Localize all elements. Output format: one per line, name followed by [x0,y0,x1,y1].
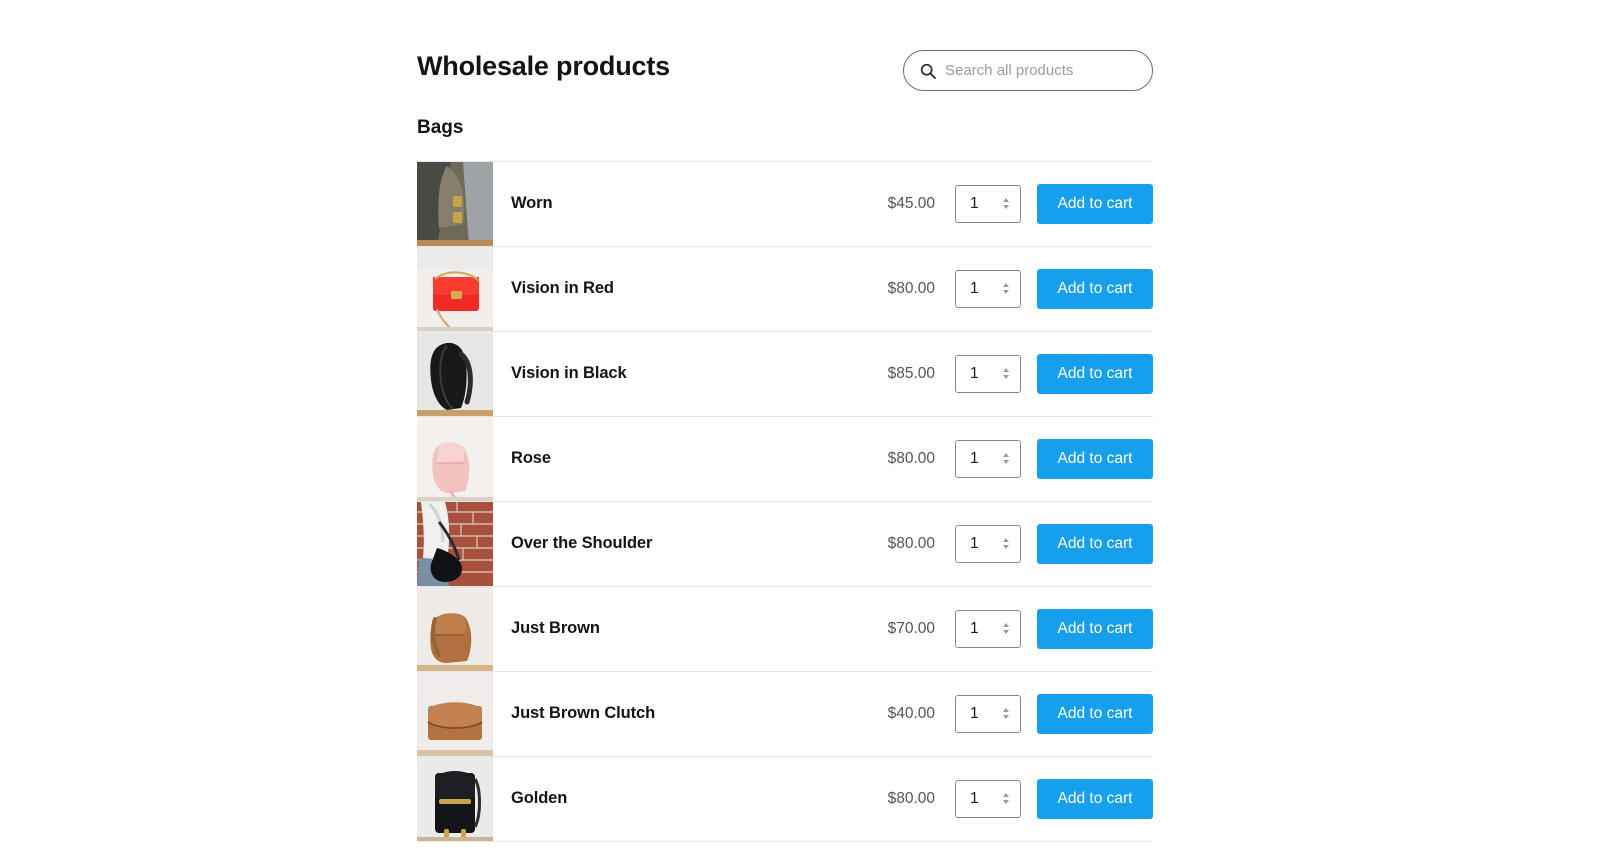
product-row: Rose $80.00 Add to cart [417,416,1153,502]
product-thumbnail[interactable] [417,246,493,331]
product-row: Over the Shoulder $80.00 Add to cart [417,501,1153,587]
add-to-cart-button[interactable]: Add to cart [1037,268,1153,309]
page-header: Wholesale products [417,0,1153,118]
content-column: Wholesale products Bags Worn $45.00 Add to… [417,0,1153,842]
chevron-up-icon[interactable] [1003,283,1009,288]
add-to-cart-button[interactable]: Add to cart [1037,353,1153,394]
chevron-up-icon[interactable] [1003,198,1009,203]
chevron-up-icon[interactable] [1003,793,1009,798]
chevron-up-icon[interactable] [1003,708,1009,713]
product-name: Just Brown [511,619,600,638]
quantity-stepper[interactable] [955,269,1021,308]
add-to-cart-button[interactable]: Add to cart [1037,778,1153,819]
quantity-spinner[interactable] [997,189,1015,219]
quantity-spinner[interactable] [997,359,1015,389]
quantity-stepper[interactable] [955,439,1021,478]
quantity-input[interactable] [956,356,997,391]
product-thumbnail[interactable] [417,586,493,671]
product-name: Golden [511,789,568,808]
product-thumbnail[interactable] [417,331,493,416]
product-name: Worn [511,194,553,213]
product-thumbnail[interactable] [417,501,493,586]
quantity-input[interactable] [956,186,997,221]
quantity-stepper[interactable] [955,779,1021,818]
quantity-stepper[interactable] [955,354,1021,393]
product-name: Vision in Black [511,364,627,383]
chevron-down-icon[interactable] [1003,630,1009,635]
quantity-stepper[interactable] [955,609,1021,648]
product-list: Worn $45.00 Add to cart Vision in Red $80.00… [417,160,1153,842]
product-name: Over the Shoulder [511,534,653,553]
search-icon [920,63,936,79]
add-to-cart-button[interactable]: Add to cart [1037,183,1153,224]
quantity-spinner[interactable] [997,529,1015,559]
quantity-input[interactable] [956,781,997,816]
quantity-input[interactable] [956,271,997,306]
quantity-stepper[interactable] [955,524,1021,563]
product-row: Just Brown Clutch $40.00 Add to cart [417,671,1153,757]
quantity-input[interactable] [956,441,997,476]
product-price: $80.00 [887,449,935,467]
product-price: $80.00 [887,789,935,807]
add-to-cart-button[interactable]: Add to cart [1037,693,1153,734]
search-input[interactable] [945,59,1144,82]
chevron-down-icon[interactable] [1003,545,1009,550]
category-title-bags: Bags [417,117,464,138]
page-title: Wholesale products [417,51,670,81]
quantity-stepper[interactable] [955,694,1021,733]
chevron-up-icon[interactable] [1003,538,1009,543]
product-price: $40.00 [887,704,935,722]
quantity-spinner[interactable] [997,784,1015,814]
product-thumbnail[interactable] [417,671,493,756]
product-price: $80.00 [887,279,935,297]
product-thumbnail[interactable] [417,161,493,246]
chevron-down-icon[interactable] [1003,460,1009,465]
product-price: $85.00 [887,364,935,382]
product-row: Vision in Red $80.00 Add to cart [417,246,1153,332]
quantity-stepper[interactable] [955,184,1021,223]
product-row: Vision in Black $85.00 Add to cart [417,331,1153,417]
chevron-up-icon[interactable] [1003,453,1009,458]
product-name: Just Brown Clutch [511,704,656,723]
wholesale-products-page: Wholesale products Bags Worn $45.00 Add to… [0,0,1600,864]
chevron-down-icon[interactable] [1003,290,1009,295]
search-box[interactable] [903,50,1153,91]
chevron-up-icon[interactable] [1003,623,1009,628]
chevron-down-icon[interactable] [1003,715,1009,720]
product-name: Vision in Red [511,279,614,298]
quantity-spinner[interactable] [997,444,1015,474]
product-price: $80.00 [887,534,935,552]
add-to-cart-button[interactable]: Add to cart [1037,438,1153,479]
product-row: Golden $80.00 Add to cart [417,756,1153,842]
product-row: Just Brown $70.00 Add to cart [417,586,1153,672]
quantity-spinner[interactable] [997,614,1015,644]
product-row: Worn $45.00 Add to cart [417,161,1153,247]
chevron-down-icon[interactable] [1003,205,1009,210]
product-price: $45.00 [887,194,935,212]
product-price: $70.00 [887,619,935,637]
quantity-input[interactable] [956,526,997,561]
quantity-input[interactable] [956,611,997,646]
quantity-input[interactable] [956,696,997,731]
chevron-down-icon[interactable] [1003,375,1009,380]
product-name: Rose [511,449,551,468]
product-thumbnail[interactable] [417,756,493,841]
chevron-up-icon[interactable] [1003,368,1009,373]
product-thumbnail[interactable] [417,416,493,501]
chevron-down-icon[interactable] [1003,800,1009,805]
add-to-cart-button[interactable]: Add to cart [1037,608,1153,649]
add-to-cart-button[interactable]: Add to cart [1037,523,1153,564]
quantity-spinner[interactable] [997,274,1015,304]
quantity-spinner[interactable] [997,699,1015,729]
